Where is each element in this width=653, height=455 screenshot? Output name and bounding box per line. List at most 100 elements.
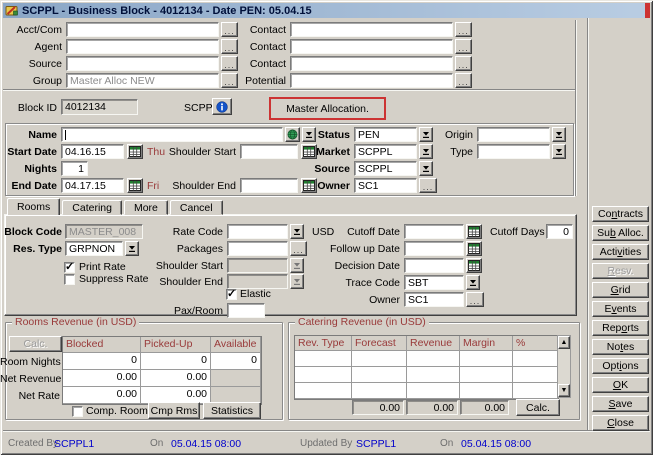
- tab-catering[interactable]: Catering: [62, 200, 122, 215]
- print-rate-checkbox[interactable]: ✓: [64, 262, 75, 273]
- statistics-button[interactable]: Statistics: [203, 402, 261, 419]
- status-field[interactable]: PEN: [354, 127, 417, 142]
- cell-net-rate-blocked[interactable]: 0.00: [63, 387, 141, 404]
- catering-cell[interactable]: [460, 367, 513, 383]
- follow-up-date-field[interactable]: [404, 241, 464, 256]
- agent-lov-button[interactable]: ...: [221, 39, 238, 54]
- catering-cell[interactable]: [407, 351, 460, 367]
- cutoff-date-field[interactable]: [404, 224, 464, 239]
- tab-owner-field[interactable]: SC1: [404, 292, 464, 307]
- tab-owner-lov-button[interactable]: ...: [466, 292, 484, 307]
- scroll-up-button[interactable]: ▲: [558, 336, 570, 349]
- market-field[interactable]: SCPPL: [354, 144, 417, 159]
- cell-room-nights-blocked[interactable]: 0: [63, 353, 141, 370]
- notes-button[interactable]: Notes: [592, 339, 649, 355]
- catering-cell[interactable]: [460, 351, 513, 367]
- catering-cell[interactable]: [295, 351, 352, 367]
- catering-cell[interactable]: [513, 383, 558, 399]
- activities-button[interactable]: Activities: [592, 244, 649, 260]
- decision-date-field[interactable]: [404, 258, 464, 273]
- contact2-lov-button[interactable]: ...: [455, 39, 472, 54]
- agent-field[interactable]: [66, 39, 219, 54]
- follow-up-calendar-button[interactable]: [466, 241, 482, 256]
- decision-date-calendar-button[interactable]: [466, 258, 482, 273]
- potential-lov-button[interactable]: ...: [455, 73, 472, 88]
- close-button[interactable]: Close: [592, 415, 649, 431]
- owner-lov-button[interactable]: ...: [419, 178, 437, 193]
- source-lov-button[interactable]: ...: [221, 56, 238, 71]
- contact3-field[interactable]: [290, 56, 453, 71]
- tab-more[interactable]: More: [124, 200, 168, 215]
- cmp-rms-button[interactable]: Cmp Rms: [148, 402, 200, 419]
- catering-cell[interactable]: [295, 367, 352, 383]
- acct-com-lov-button[interactable]: ...: [221, 22, 238, 37]
- elastic-checkbox[interactable]: ✓: [226, 289, 237, 300]
- packages-lov-button[interactable]: ...: [290, 241, 307, 256]
- nights-field[interactable]: 1: [61, 161, 88, 176]
- res-type-dropdown-button[interactable]: [125, 241, 139, 256]
- titlebar[interactable]: SCPPL - Business Block - 4012134 - Date …: [3, 3, 650, 18]
- cell-room-nights-available[interactable]: 0: [211, 353, 261, 370]
- start-date-calendar-button[interactable]: [127, 144, 143, 159]
- scroll-down-button[interactable]: ▼: [558, 384, 570, 397]
- trace-code-dropdown-button[interactable]: [466, 275, 480, 290]
- cutoff-days-field[interactable]: 0: [546, 224, 573, 239]
- catering-cell[interactable]: [352, 351, 407, 367]
- cell-net-revenue-picked[interactable]: 0.00: [141, 370, 211, 387]
- contact2-field[interactable]: [290, 39, 453, 54]
- contact1-field[interactable]: [290, 22, 453, 37]
- source-field[interactable]: [66, 56, 219, 71]
- pax-room-field[interactable]: [227, 303, 265, 318]
- events-button[interactable]: Events: [592, 301, 649, 317]
- comp-rooms-checkbox[interactable]: [72, 406, 83, 417]
- close-button-fragment[interactable]: [645, 3, 650, 18]
- tab-rooms[interactable]: Rooms: [7, 198, 60, 215]
- suppress-rate-checkbox[interactable]: [64, 274, 75, 285]
- origin-dropdown-button[interactable]: [552, 127, 566, 142]
- grid-button[interactable]: Grid: [592, 282, 649, 298]
- shoulder-start-field[interactable]: [240, 144, 298, 159]
- group-field[interactable]: Master Alloc NEW: [66, 73, 219, 88]
- shoulder-end-field[interactable]: [240, 178, 298, 193]
- sub-alloc-button[interactable]: Sub Alloc.: [592, 225, 649, 241]
- catering-cell[interactable]: [460, 383, 513, 399]
- rate-code-field[interactable]: [227, 224, 288, 239]
- contracts-button[interactable]: Contracts: [592, 206, 649, 222]
- end-date-calendar-button[interactable]: [127, 178, 143, 193]
- packages-field[interactable]: [227, 241, 288, 256]
- rate-code-dropdown-button[interactable]: [290, 224, 304, 239]
- catering-cell[interactable]: [295, 383, 352, 399]
- trace-code-field[interactable]: SBT: [404, 275, 464, 290]
- res-type-field[interactable]: GRPNON: [65, 241, 123, 256]
- type-dropdown-button[interactable]: [552, 144, 566, 159]
- contact1-lov-button[interactable]: ...: [455, 22, 472, 37]
- potential-field[interactable]: [290, 73, 453, 88]
- catering-calc-button[interactable]: Calc.: [516, 399, 560, 416]
- end-date-field[interactable]: 04.17.15: [61, 178, 124, 193]
- name-field[interactable]: [61, 127, 283, 142]
- catering-cell[interactable]: [407, 383, 460, 399]
- catering-cell[interactable]: [513, 367, 558, 383]
- catering-cell[interactable]: [352, 367, 407, 383]
- save-button[interactable]: Save: [592, 396, 649, 412]
- start-date-field[interactable]: 04.16.15: [61, 144, 124, 159]
- type-field[interactable]: [477, 144, 550, 159]
- cell-room-nights-picked[interactable]: 0: [141, 353, 211, 370]
- source-dropdown-button[interactable]: [419, 161, 433, 176]
- origin-field[interactable]: [477, 127, 550, 142]
- source-code-field[interactable]: SCPPL: [354, 161, 417, 176]
- catering-cell[interactable]: [407, 367, 460, 383]
- tab-cancel[interactable]: Cancel: [170, 200, 223, 215]
- options-button[interactable]: Options: [592, 358, 649, 374]
- info-button[interactable]: [212, 98, 232, 115]
- group-lov-button[interactable]: ...: [221, 73, 238, 88]
- ok-button[interactable]: OK: [592, 377, 649, 393]
- acct-com-field[interactable]: [66, 22, 219, 37]
- cutoff-date-calendar-button[interactable]: [466, 224, 482, 239]
- name-globe-button[interactable]: [285, 127, 300, 142]
- catering-cell[interactable]: [513, 351, 558, 367]
- owner-field[interactable]: SC1: [354, 178, 417, 193]
- cell-net-revenue-blocked[interactable]: 0.00: [63, 370, 141, 387]
- contact3-lov-button[interactable]: ...: [455, 56, 472, 71]
- reports-button[interactable]: Reports: [592, 320, 649, 336]
